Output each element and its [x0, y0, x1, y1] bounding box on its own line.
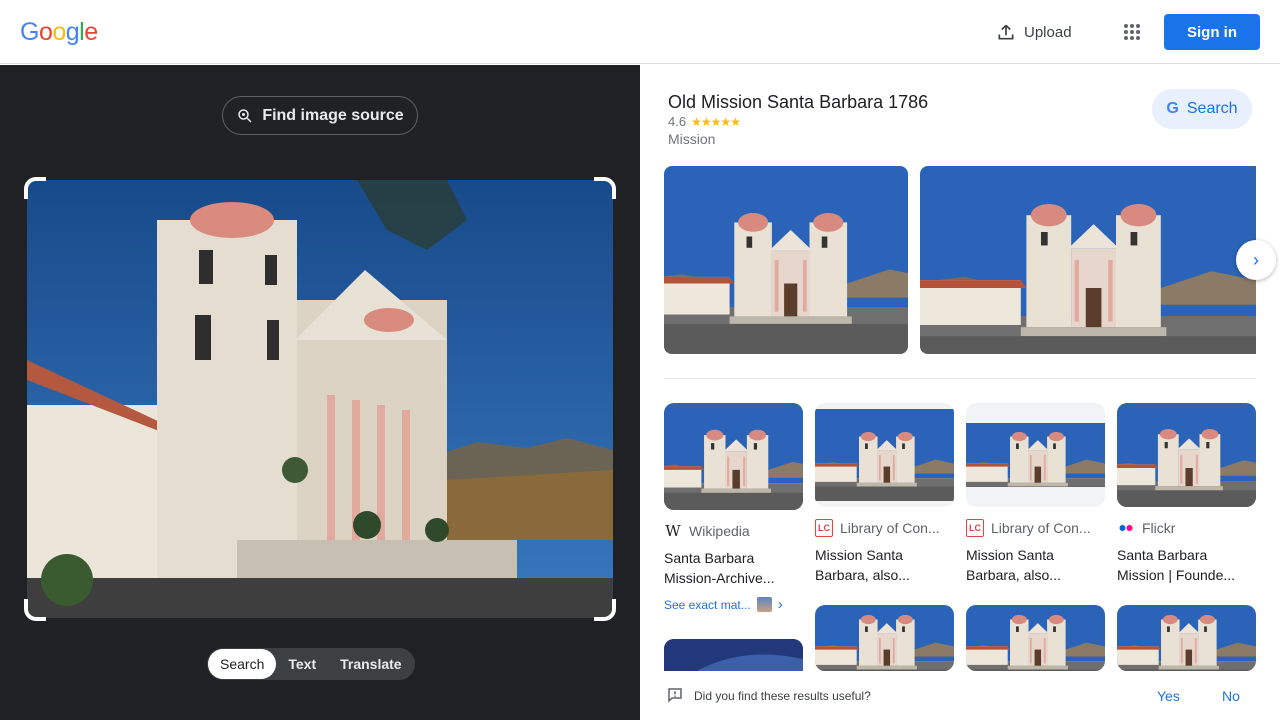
google-logo[interactable]: Google [20, 18, 98, 47]
knowledge-panel-title[interactable]: Old Mission Santa Barbara 1786 [668, 92, 928, 113]
next-images-button[interactable]: › [1236, 240, 1276, 280]
divider [664, 378, 1256, 379]
chevron-right-icon: › [1253, 249, 1259, 270]
find-image-source-button[interactable]: Find image source [222, 96, 418, 135]
feedback-no-button[interactable]: No [1222, 688, 1240, 704]
knowledge-image-1[interactable] [664, 166, 908, 354]
result-card[interactable]: LC Library of Con... Mission Santa Barba… [966, 403, 1105, 585]
crop-handle-top-right[interactable] [594, 177, 616, 199]
library-of-congress-icon: LC [966, 519, 984, 537]
crop-selection[interactable] [24, 177, 616, 621]
upload-label: Upload [1024, 23, 1072, 41]
result-thumbnail[interactable] [1117, 605, 1256, 671]
result-source: LC Library of Con... [815, 519, 954, 537]
upload-icon [998, 24, 1014, 40]
result-title[interactable]: Mission Santa Barbara, also... [966, 545, 1105, 585]
tab-text[interactable]: Text [276, 649, 328, 679]
result-thumbnail [966, 403, 1105, 507]
exact-match-label: See exact mat... [664, 597, 751, 612]
knowledge-image-2[interactable] [920, 166, 1256, 354]
lens-image-panel: Find image source Search Text Translate [0, 65, 640, 720]
chevron-right-icon: › [777, 596, 783, 613]
place-type: Mission [668, 131, 716, 147]
library-of-congress-icon: LC [815, 519, 833, 537]
result-thumbnail [664, 403, 803, 510]
rating-value: 4.6 [668, 114, 687, 129]
apps-grid-icon [1124, 24, 1140, 40]
result-title[interactable]: Santa Barbara Mission-Archive... [664, 548, 803, 588]
result-card[interactable]: Flickr Santa Barbara Mission | Founde... [1117, 403, 1256, 585]
feedback-yes-button[interactable]: Yes [1157, 688, 1180, 704]
logo-letter: g [65, 18, 80, 46]
find-source-label: Find image source [262, 106, 404, 124]
tab-translate[interactable]: Translate [328, 649, 413, 679]
query-image [27, 180, 613, 618]
logo-letter: o [52, 18, 66, 46]
google-search-button[interactable]: G Search [1152, 89, 1252, 129]
results-panel: Old Mission Santa Barbara 1786 4.6 ★★★★★… [640, 65, 1280, 720]
rating-row: 4.6 ★★★★★ [668, 114, 741, 129]
top-bar: Google Upload Sign in [0, 0, 1280, 64]
feedback-question: Did you find these results useful? [694, 689, 871, 703]
apps-button[interactable] [1116, 16, 1148, 48]
source-name: Library of Con... [840, 520, 940, 536]
feedback-bar: Did you find these results useful? Yes N… [640, 671, 1280, 720]
logo-letter: o [38, 18, 53, 46]
feedback-icon [668, 688, 682, 703]
crop-handle-bottom-right[interactable] [594, 599, 616, 621]
see-exact-matches-link[interactable]: See exact mat... › [664, 596, 803, 613]
result-card[interactable]: LC Library of Con... Mission Santa Barba… [815, 403, 954, 585]
exact-match-thumbnail [756, 597, 772, 612]
result-thumbnail [1117, 403, 1256, 507]
crop-handle-top-left[interactable] [24, 177, 46, 199]
source-name: Wikipedia [689, 523, 750, 539]
result-thumbnail[interactable] [966, 605, 1105, 671]
wikipedia-icon: W [665, 522, 681, 540]
flickr-icon [1117, 519, 1135, 537]
sign-in-button[interactable]: Sign in [1164, 14, 1260, 50]
crop-handle-bottom-left[interactable] [24, 599, 46, 621]
search-button-label: Search [1186, 100, 1238, 117]
result-source: LC Library of Con... [966, 519, 1105, 537]
result-card[interactable]: W Wikipedia Santa Barbara Mission-Archiv… [664, 403, 803, 613]
lens-mode-tabs: Search Text Translate [207, 648, 415, 680]
google-g-icon: G [1166, 100, 1179, 117]
logo-letter: G [20, 18, 39, 46]
result-thumbnail [815, 403, 954, 507]
result-source: Flickr [1117, 519, 1256, 537]
source-name: Library of Con... [991, 520, 1091, 536]
star-rating-icon: ★★★★★ [691, 114, 741, 129]
lens-search-icon [238, 108, 252, 123]
result-title[interactable]: Mission Santa Barbara, also... [815, 545, 954, 585]
upload-button[interactable]: Upload [986, 16, 1082, 48]
result-thumbnail[interactable] [815, 605, 954, 671]
source-name: Flickr [1142, 520, 1176, 536]
result-title[interactable]: Santa Barbara Mission | Founde... [1117, 545, 1256, 585]
tab-search[interactable]: Search [208, 649, 277, 679]
result-source: W Wikipedia [664, 522, 803, 540]
logo-letter: e [84, 18, 98, 46]
